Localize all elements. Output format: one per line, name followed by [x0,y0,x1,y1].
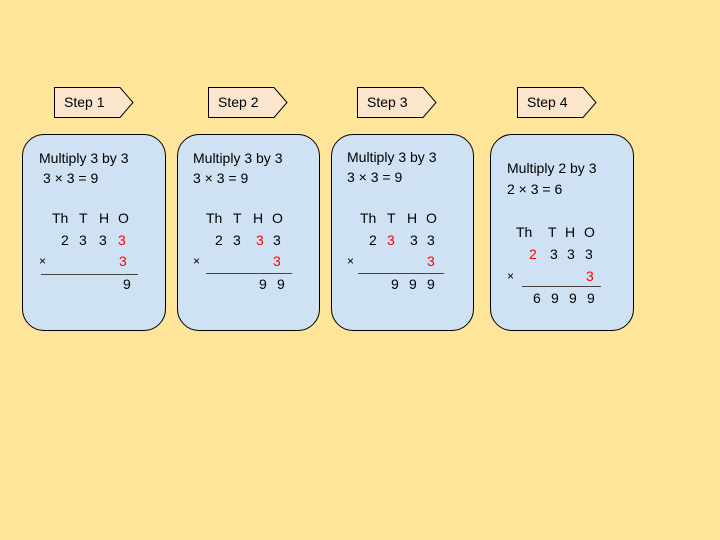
result-digit: 9 [551,290,559,306]
place-header-t: T [387,210,396,226]
result-digit: 9 [277,276,285,292]
digit-ones: 3 [273,232,281,248]
place-header-h: H [99,210,110,226]
place-header-t: T [548,224,557,240]
step-4-tag: Step 4 [517,87,597,118]
equation: 3 × 3 = 9 [43,170,99,186]
multiply-sign: × [193,254,201,268]
place-header-h: H [565,224,576,240]
place-header-o: O [584,224,595,240]
step-3-card: Multiply 3 by 3 3 × 3 = 9 Th T H O 2 3 3… [331,134,474,331]
equation: 2 × 3 = 6 [507,181,563,197]
sum-line [206,273,292,274]
place-header-h: H [407,210,418,226]
step-1-tag: Step 1 [54,87,134,118]
digit-hundreds-highlighted: 3 [256,232,264,248]
place-header-th: Th [360,210,377,226]
place-header-th: Th [516,224,533,240]
result-digit: 9 [123,276,131,292]
place-header-t: T [79,210,88,226]
step-2-tag: Step 2 [208,87,288,118]
digit-tens: 3 [233,232,241,248]
step-4-card: Multiply 2 by 3 2 × 3 = 6 Th T H O 2 3 3… [490,134,634,331]
step-label: Step 1 [64,94,105,110]
multiply-sign: × [39,254,47,268]
instruction: Multiply 3 by 3 [39,150,129,166]
equation: 3 × 3 = 9 [347,169,403,185]
result-digit: 9 [569,290,577,306]
place-header-t: T [233,210,242,226]
step-3-tag: Step 3 [357,87,437,118]
result-digit: 9 [391,276,399,292]
place-header-th: Th [206,210,223,226]
digit-hundreds: 3 [567,246,575,262]
digit-thousands-highlighted: 2 [529,246,537,262]
multiplier-digit: 3 [586,268,594,284]
step-label: Step 4 [527,94,568,110]
sum-line [358,273,444,274]
digit-thousands: 2 [369,232,377,248]
sum-line [522,286,601,287]
place-header-o: O [272,210,283,226]
result-digit: 9 [259,276,267,292]
sum-line [41,274,138,275]
instruction: Multiply 3 by 3 [193,150,283,166]
result-digit: 9 [587,290,595,306]
instruction: Multiply 3 by 3 [347,149,437,165]
digit-thousands: 2 [61,232,69,248]
digit-tens-highlighted: 3 [387,232,395,248]
multiply-sign: × [507,269,515,283]
step-label: Step 2 [218,94,259,110]
place-header-th: Th [52,210,69,226]
multiplier-digit: 3 [427,253,435,269]
step-2-card: Multiply 3 by 3 3 × 3 = 9 Th T H O 2 3 3… [177,134,320,331]
instruction: Multiply 2 by 3 [507,160,597,176]
result-digit: 9 [409,276,417,292]
place-header-o: O [426,210,437,226]
digit-hundreds: 3 [99,232,107,248]
digit-tens: 3 [79,232,87,248]
digit-ones-highlighted: 3 [118,232,126,248]
digit-ones: 3 [427,232,435,248]
equation: 3 × 3 = 9 [193,170,249,186]
multiplier-digit: 3 [273,253,281,269]
result-digit: 9 [427,276,435,292]
digit-hundreds: 3 [410,232,418,248]
step-label: Step 3 [367,94,408,110]
multiplier-digit: 3 [119,253,127,269]
digit-ones: 3 [585,246,593,262]
multiply-sign: × [347,254,355,268]
place-header-h: H [253,210,264,226]
digit-thousands: 2 [215,232,223,248]
digit-tens: 3 [550,246,558,262]
step-1-card: Multiply 3 by 3 3 × 3 = 9 Th T H O 2 3 3… [22,134,166,331]
place-header-o: O [118,210,129,226]
result-digit: 6 [533,290,541,306]
